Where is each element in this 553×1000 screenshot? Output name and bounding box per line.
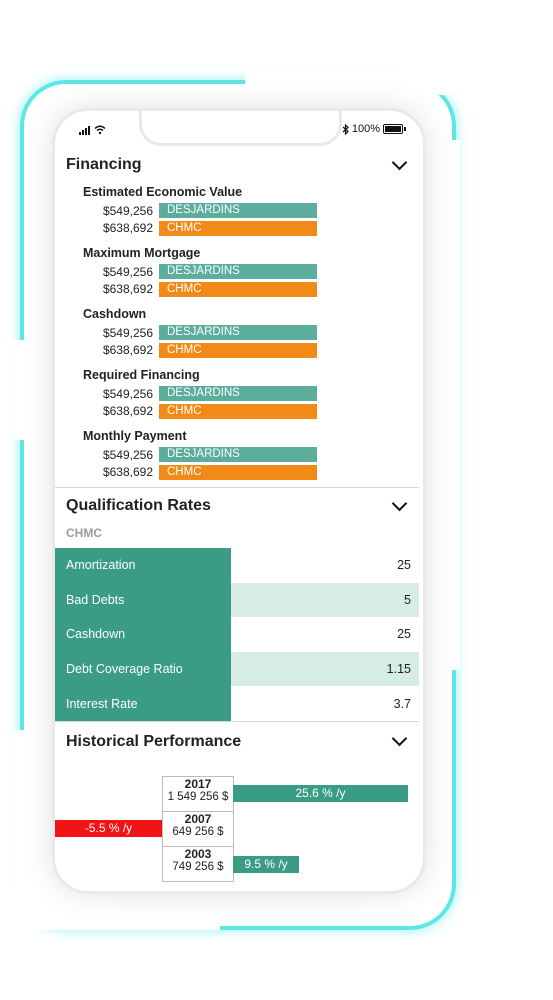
qualification-header[interactable]: Qualification Rates	[59, 488, 415, 524]
chmc-value: $638,692	[102, 282, 153, 297]
financing-group: Cashdown $549,256 DESJARDINS $638,692 CHMC	[59, 307, 415, 359]
chmc-bar: CHMC	[159, 464, 317, 480]
table-row: Cashdown 25	[55, 617, 419, 652]
qualification-title: Qualification Rates	[66, 497, 211, 514]
desjardins-value: $549,256	[102, 386, 153, 401]
desjardins-bar: DESJARDINS	[159, 203, 317, 219]
desjardins-bar: DESJARDINS	[159, 264, 317, 280]
chevron-down-icon[interactable]	[391, 495, 408, 511]
chmc-value: $638,692	[102, 221, 153, 236]
row-label: Cashdown	[55, 617, 231, 652]
battery-percent: 100%	[351, 123, 380, 135]
desjardins-value: $549,256	[102, 325, 153, 340]
desjardins-row: $549,256 DESJARDINS	[83, 446, 415, 464]
chmc-bar: CHMC	[159, 403, 317, 419]
financing-list: Estimated Economic Value $549,256 DESJARD…	[59, 185, 415, 481]
row-label: Interest Rate	[55, 686, 231, 721]
phone-frame: 100% Financing Estimated Economic Value …	[52, 108, 426, 894]
status-bar-left	[79, 125, 106, 135]
chmc-row: $638,692 CHMC	[83, 342, 415, 360]
chevron-down-icon[interactable]	[391, 154, 408, 170]
chmc-value: $638,692	[102, 343, 153, 358]
chmc-bar: CHMC	[159, 220, 317, 236]
financing-title: Financing	[66, 156, 142, 173]
glow-gap	[10, 730, 30, 925]
phone-notch	[139, 111, 342, 146]
financing-group-label: Estimated Economic Value	[83, 185, 243, 199]
historical-title: Historical Performance	[66, 732, 242, 750]
financing-group-label: Cashdown	[83, 307, 147, 321]
row-value: 1.15	[231, 651, 419, 687]
chmc-row: $638,692 CHMC	[83, 464, 415, 482]
year-amount: 1 549 256 $	[167, 790, 229, 803]
performance-bar-negative: -5.5 % /y	[55, 819, 162, 837]
signal-icon	[79, 125, 90, 135]
glow-gap	[430, 140, 460, 670]
desjardins-bar: DESJARDINS	[159, 386, 317, 402]
desjardins-bar: DESJARDINS	[159, 325, 317, 341]
desjardins-row: $549,256 DESJARDINS	[83, 202, 415, 220]
section-divider	[55, 720, 419, 722]
row-label: Bad Debts	[55, 582, 231, 618]
financing-group-label: Monthly Payment	[83, 429, 187, 443]
row-value: 25	[397, 627, 411, 642]
financing-header[interactable]: Financing	[59, 147, 415, 183]
glow-gap	[10, 340, 30, 440]
year-label: 2007	[184, 811, 212, 826]
year-cell: 2003 749 256 $	[162, 845, 234, 882]
desjardins-bar: DESJARDINS	[159, 447, 317, 463]
row-value: 5	[231, 582, 419, 618]
chmc-value: $638,692	[102, 465, 153, 480]
desjardins-value: $549,256	[102, 264, 153, 279]
glow-gap	[245, 70, 455, 95]
status-bar-right: 100%	[342, 123, 406, 135]
row-value: 25	[397, 558, 411, 573]
historical-performance-chart: 2017 1 549 256 $ 2007 649 256 $ 2003 749 25…	[55, 760, 419, 891]
financing-group-label: Required Financing	[83, 368, 200, 382]
chmc-row: $638,692 CHMC	[83, 403, 415, 421]
financing-group: Estimated Economic Value $549,256 DESJARD…	[59, 185, 415, 237]
table-row: Debt Coverage Ratio 1.15	[55, 651, 419, 687]
table-row: Amortization 25	[55, 548, 419, 583]
qualification-subtitle: CHMC	[66, 526, 102, 540]
year-cell: 2017 1 549 256 $	[162, 775, 234, 812]
year-cell: 2007 649 256 $	[162, 810, 234, 847]
chmc-row: $638,692 CHMC	[83, 281, 415, 299]
performance-bar-positive: 9.5 % /y	[233, 855, 299, 873]
row-label: Amortization	[55, 548, 231, 583]
financing-group-label: Maximum Mortgage	[83, 246, 201, 260]
table-row: Interest Rate 3.7	[55, 686, 419, 721]
financing-group: Maximum Mortgage $549,256 DESJARDINS $638…	[59, 246, 415, 298]
row-value: 3.7	[393, 696, 411, 711]
chmc-bar: CHMC	[159, 342, 317, 358]
table-row: Bad Debts 5	[55, 582, 419, 618]
screen-content: Financing Estimated Economic Value $549,…	[55, 147, 419, 891]
battery-icon	[383, 124, 406, 134]
year-amount: 649 256 $	[172, 825, 224, 838]
chmc-row: $638,692 CHMC	[83, 220, 415, 238]
year-label: 2017	[184, 776, 212, 791]
desjardins-row: $549,256 DESJARDINS	[83, 385, 415, 403]
desjardins-value: $549,256	[102, 203, 153, 218]
desjardins-value: $549,256	[102, 447, 153, 462]
financing-group: Required Financing $549,256 DESJARDINS $6…	[59, 368, 415, 420]
desjardins-row: $549,256 DESJARDINS	[83, 263, 415, 281]
year-amount: 749 256 $	[172, 860, 224, 873]
chmc-value: $638,692	[102, 404, 153, 419]
row-label: Debt Coverage Ratio	[55, 651, 231, 687]
historical-header[interactable]: Historical Performance	[59, 724, 415, 760]
performance-bar-positive: 25.6 % /y	[233, 784, 408, 802]
chevron-down-icon[interactable]	[391, 731, 408, 747]
financing-group: Monthly Payment $549,256 DESJARDINS $638,…	[59, 429, 415, 481]
bluetooth-icon	[342, 123, 349, 135]
wifi-icon	[94, 125, 106, 135]
year-label: 2003	[184, 846, 212, 861]
qualification-table: Amortization 25 Bad Debts 5 Cashdown 25 Deb…	[55, 548, 419, 721]
glow-gap	[20, 905, 220, 930]
chmc-bar: CHMC	[159, 281, 317, 297]
desjardins-row: $549,256 DESJARDINS	[83, 324, 415, 342]
